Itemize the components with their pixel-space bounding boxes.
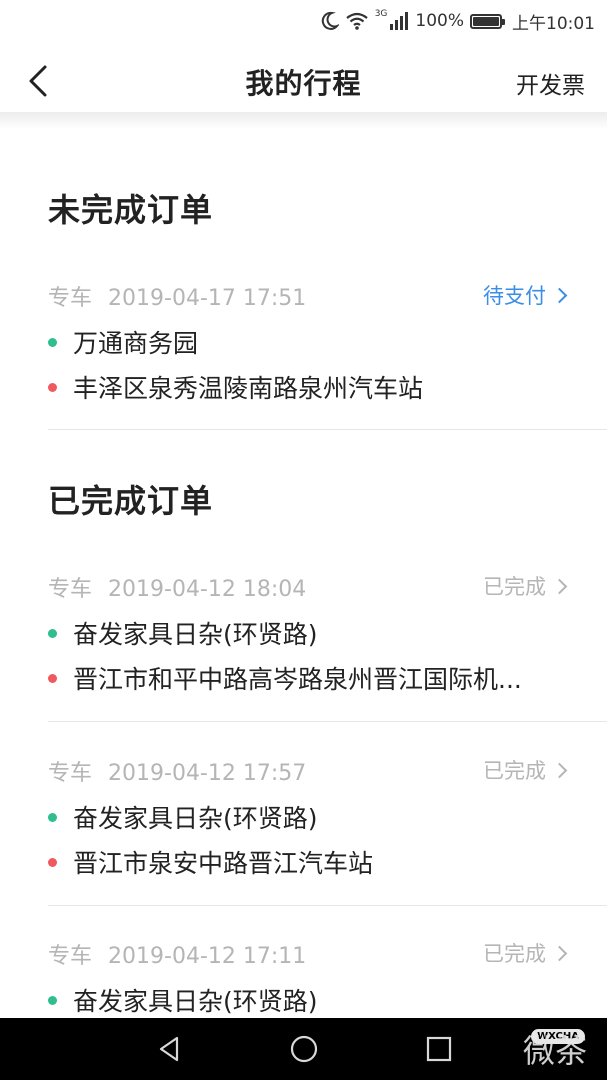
- pending-order-item[interactable]: 专车 2019-04-17 17:51 待支付 万通商务园 丰泽区泉秀温陵南路泉州…: [0, 272, 607, 447]
- order-status-completed[interactable]: 已完成: [483, 938, 568, 968]
- order-start-location: 奋发家具日杂(环贤路): [48, 615, 318, 651]
- start-dot-icon: [48, 995, 57, 1005]
- system-navigation-bar: WXCHA 微茶: [0, 1018, 607, 1080]
- order-status-label: 已完成: [483, 942, 546, 966]
- order-start-location: 奋发家具日杂(环贤路): [48, 799, 318, 835]
- invoice-button[interactable]: 开发票: [516, 66, 585, 100]
- order-datetime: 2019-04-12 17:11: [108, 944, 307, 969]
- order-type: 专车: [48, 577, 93, 602]
- pending-section-title: 未完成订单: [48, 191, 214, 229]
- battery-icon: [470, 13, 505, 29]
- order-type: 专车: [48, 286, 93, 311]
- order-start-location: 奋发家具日杂(环贤路): [48, 982, 318, 1018]
- chevron-right-icon: [551, 945, 568, 961]
- order-start-location: 万通商务园: [48, 324, 198, 360]
- start-dot-icon: [48, 337, 57, 347]
- start-dot-icon: [48, 628, 57, 638]
- start-location-text: 万通商务园: [73, 329, 199, 358]
- order-datetime: 2019-04-17 17:51: [108, 286, 307, 311]
- status-bar: 3G 100% 上午10:01: [0, 0, 607, 42]
- start-dot-icon: [48, 812, 57, 822]
- order-type: 专车: [48, 761, 93, 786]
- order-meta: 专车 2019-04-17 17:51: [48, 280, 306, 312]
- nav-recent-apps-icon[interactable]: [424, 1034, 454, 1064]
- order-meta: 专车 2019-04-12 17:11: [48, 938, 306, 970]
- order-end-location: 晋江市和平中路高岑路泉州晋江国际机...: [48, 660, 522, 696]
- order-status-label: 已完成: [483, 759, 546, 783]
- order-meta: 专车 2019-04-12 18:04: [48, 571, 306, 603]
- nav-back-icon[interactable]: [155, 1034, 185, 1064]
- status-right: 3G 100% 上午10:01: [321, 8, 595, 34]
- end-location-text: 晋江市泉安中路晋江汽车站: [73, 849, 374, 878]
- completed-section-title: 已完成订单: [48, 482, 214, 520]
- start-location-text: 奋发家具日杂(环贤路): [73, 987, 318, 1016]
- wifi-icon: [346, 12, 368, 30]
- order-status-label: 已完成: [483, 575, 546, 599]
- top-navbar: 我的行程 开发票: [0, 42, 607, 122]
- divider: [48, 905, 607, 906]
- moon-icon: [321, 11, 339, 30]
- signal-icon: [390, 12, 409, 30]
- chevron-right-icon: [551, 762, 568, 778]
- nav-home-icon[interactable]: [289, 1034, 319, 1064]
- order-status-label: 待支付: [483, 284, 546, 308]
- navbar-shadow: [0, 112, 607, 130]
- divider: [48, 721, 607, 722]
- order-status-completed[interactable]: 已完成: [483, 571, 568, 601]
- completed-order-item[interactable]: 专车 2019-04-12 18:04 已完成 奋发家具日杂(环贤路) 晋江市和平…: [0, 563, 607, 738]
- start-location-text: 奋发家具日杂(环贤路): [73, 620, 318, 649]
- end-dot-icon: [48, 382, 57, 392]
- order-end-location: 晋江市泉安中路晋江汽车站: [48, 844, 373, 880]
- order-meta: 专车 2019-04-12 17:57: [48, 755, 306, 787]
- end-location-text: 晋江市和平中路高岑路泉州晋江国际机...: [73, 665, 522, 694]
- watermark-text: 微茶: [522, 1032, 587, 1070]
- start-location-text: 奋发家具日杂(环贤路): [73, 804, 318, 833]
- order-status-pending[interactable]: 待支付: [483, 280, 568, 310]
- network-type: 3G: [374, 9, 388, 19]
- order-status-completed[interactable]: 已完成: [483, 755, 568, 785]
- order-end-location: 丰泽区泉秀温陵南路泉州汽车站: [48, 369, 423, 405]
- divider: [48, 429, 607, 430]
- end-dot-icon: [48, 857, 57, 867]
- order-type: 专车: [48, 944, 93, 969]
- chevron-right-icon: [551, 578, 568, 594]
- end-location-text: 丰泽区泉秀温陵南路泉州汽车站: [73, 374, 424, 403]
- completed-order-item[interactable]: 专车 2019-04-12 17:57 已完成 奋发家具日杂(环贤路) 晋江市泉安…: [0, 747, 607, 922]
- status-time: 上午10:01: [512, 13, 595, 34]
- order-datetime: 2019-04-12 18:04: [108, 577, 307, 602]
- chevron-right-icon: [551, 287, 568, 303]
- order-datetime: 2019-04-12 17:57: [108, 761, 307, 786]
- battery-percent: 100%: [415, 11, 464, 31]
- end-dot-icon: [48, 673, 57, 683]
